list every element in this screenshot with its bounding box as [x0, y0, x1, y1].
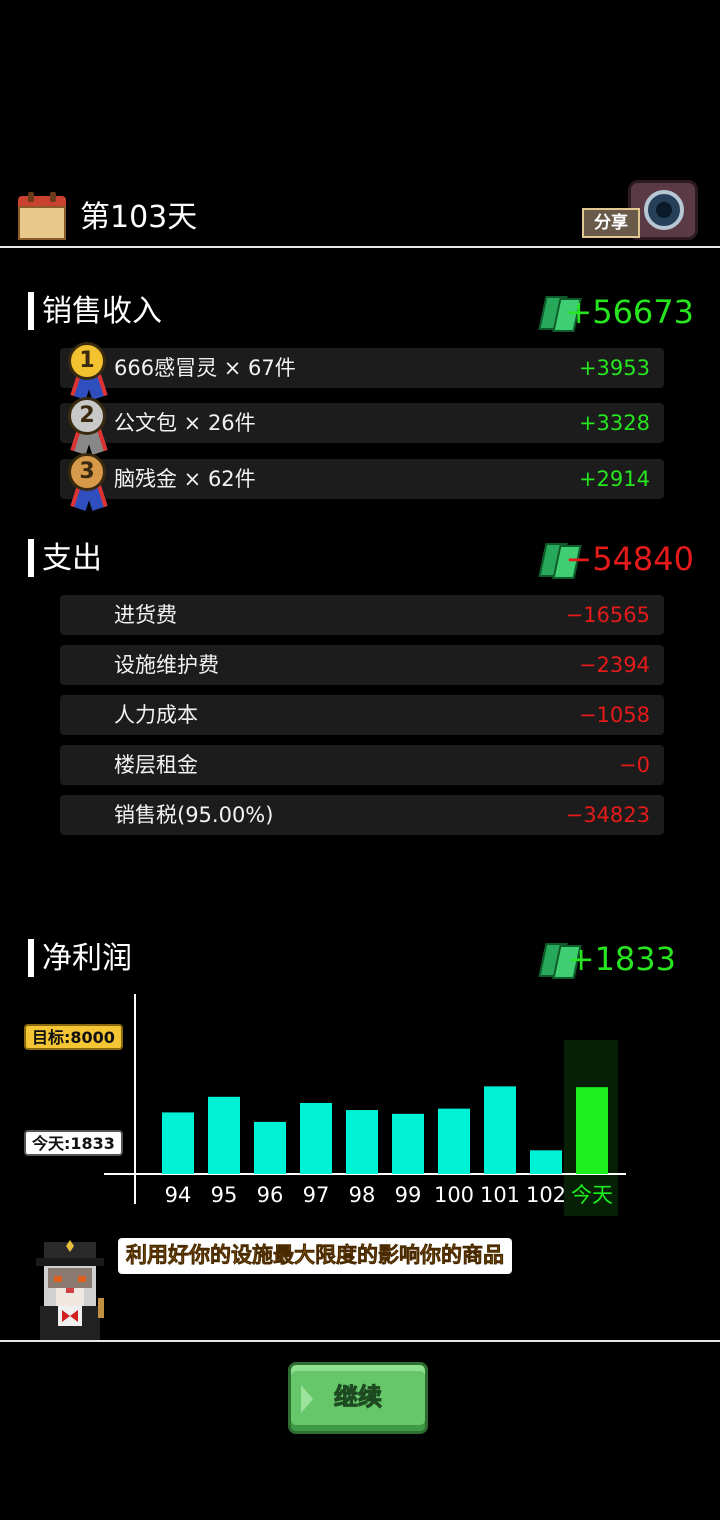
tip-text: 利用好你的设施最大限度的影响你的商品 — [126, 1243, 505, 1268]
bar — [530, 1150, 562, 1174]
income-item-value: +3953 — [578, 356, 650, 380]
bar — [208, 1096, 240, 1174]
expense-item-value: −16565 — [565, 603, 650, 627]
gold-medal-icon: 1 — [64, 342, 110, 400]
continue-button[interactable]: 继续 — [288, 1362, 428, 1434]
x-tick-label: 95 — [211, 1183, 238, 1207]
income-item-value: +3328 — [578, 411, 650, 435]
x-tick-label: 98 — [349, 1183, 376, 1207]
income-row: 666感冒灵 × 67件 +3953 — [60, 348, 664, 388]
x-tick-label: 96 — [257, 1183, 284, 1207]
income-total: +56673 — [565, 293, 694, 331]
profit-total: +1833 — [567, 940, 676, 978]
expense-item-value: −0 — [619, 753, 650, 777]
expense-item-name: 楼层租金 — [114, 753, 198, 777]
income-row: 脑残金 × 62件 +2914 — [60, 459, 664, 499]
income-item-name: 公文包 × 26件 — [114, 411, 256, 435]
income-title: 销售收入 — [42, 294, 162, 329]
day-title: 第103天 — [80, 200, 198, 235]
bar — [438, 1108, 470, 1174]
share-label: 分享 — [582, 208, 640, 238]
income-item-name: 666感冒灵 × 67件 — [114, 356, 296, 380]
x-tick-label: 99 — [395, 1183, 422, 1207]
bronze-medal-icon: 3 — [64, 453, 110, 511]
bar — [346, 1110, 378, 1174]
bar — [300, 1102, 332, 1174]
silver-medal-icon: 2 — [64, 397, 110, 455]
x-tick-label: 101 — [480, 1183, 520, 1207]
bar — [392, 1113, 424, 1174]
share-button[interactable]: 分享 — [582, 180, 702, 242]
x-tick-label: 100 — [434, 1183, 474, 1207]
expense-item-name: 销售税(95.00%) — [114, 803, 274, 827]
expense-item-value: −2394 — [578, 653, 650, 677]
tip-bubble: 利用好你的设施最大限度的影响你的商品 — [118, 1238, 512, 1274]
x-tick-label: 94 — [165, 1183, 192, 1207]
x-tick-label: 102 — [526, 1183, 566, 1207]
expense-row: 人力成本 −1058 — [60, 695, 664, 735]
goal-badge: 目标:8000 — [24, 1024, 123, 1050]
expense-row: 进货费 −16565 — [60, 595, 664, 635]
x-tick-label: 97 — [303, 1183, 330, 1207]
expense-item-name: 人力成本 — [114, 703, 198, 727]
section-marker — [28, 292, 34, 330]
expense-item-value: −1058 — [578, 703, 650, 727]
x-tick-label: 今天 — [571, 1183, 613, 1207]
expense-title: 支出 — [42, 541, 102, 576]
expense-item-name: 设施维护费 — [114, 653, 219, 677]
section-marker — [28, 939, 34, 977]
calendar-icon — [18, 192, 66, 240]
cat-avatar — [36, 1240, 104, 1342]
today-badge: 今天:1833 — [24, 1130, 123, 1156]
header-divider — [0, 246, 720, 248]
continue-label: 继续 — [334, 1383, 383, 1412]
profit-title: 净利润 — [42, 941, 132, 976]
bar — [254, 1121, 286, 1174]
expense-item-value: −34823 — [565, 803, 650, 827]
expense-item-name: 进货费 — [114, 603, 177, 627]
bar — [484, 1086, 516, 1174]
arrow-icon — [301, 1385, 313, 1413]
income-item-value: +2914 — [578, 467, 650, 491]
footer-divider — [0, 1340, 720, 1342]
expense-total: −54840 — [565, 540, 694, 578]
section-marker — [28, 539, 34, 577]
expense-row: 设施维护费 −2394 — [60, 645, 664, 685]
income-item-name: 脑残金 × 62件 — [114, 467, 256, 491]
bar — [576, 1087, 608, 1174]
income-row: 公文包 × 26件 +3328 — [60, 403, 664, 443]
bar — [162, 1112, 194, 1174]
expense-row: 楼层租金 −0 — [60, 745, 664, 785]
expense-row: 销售税(95.00%) −34823 — [60, 795, 664, 835]
